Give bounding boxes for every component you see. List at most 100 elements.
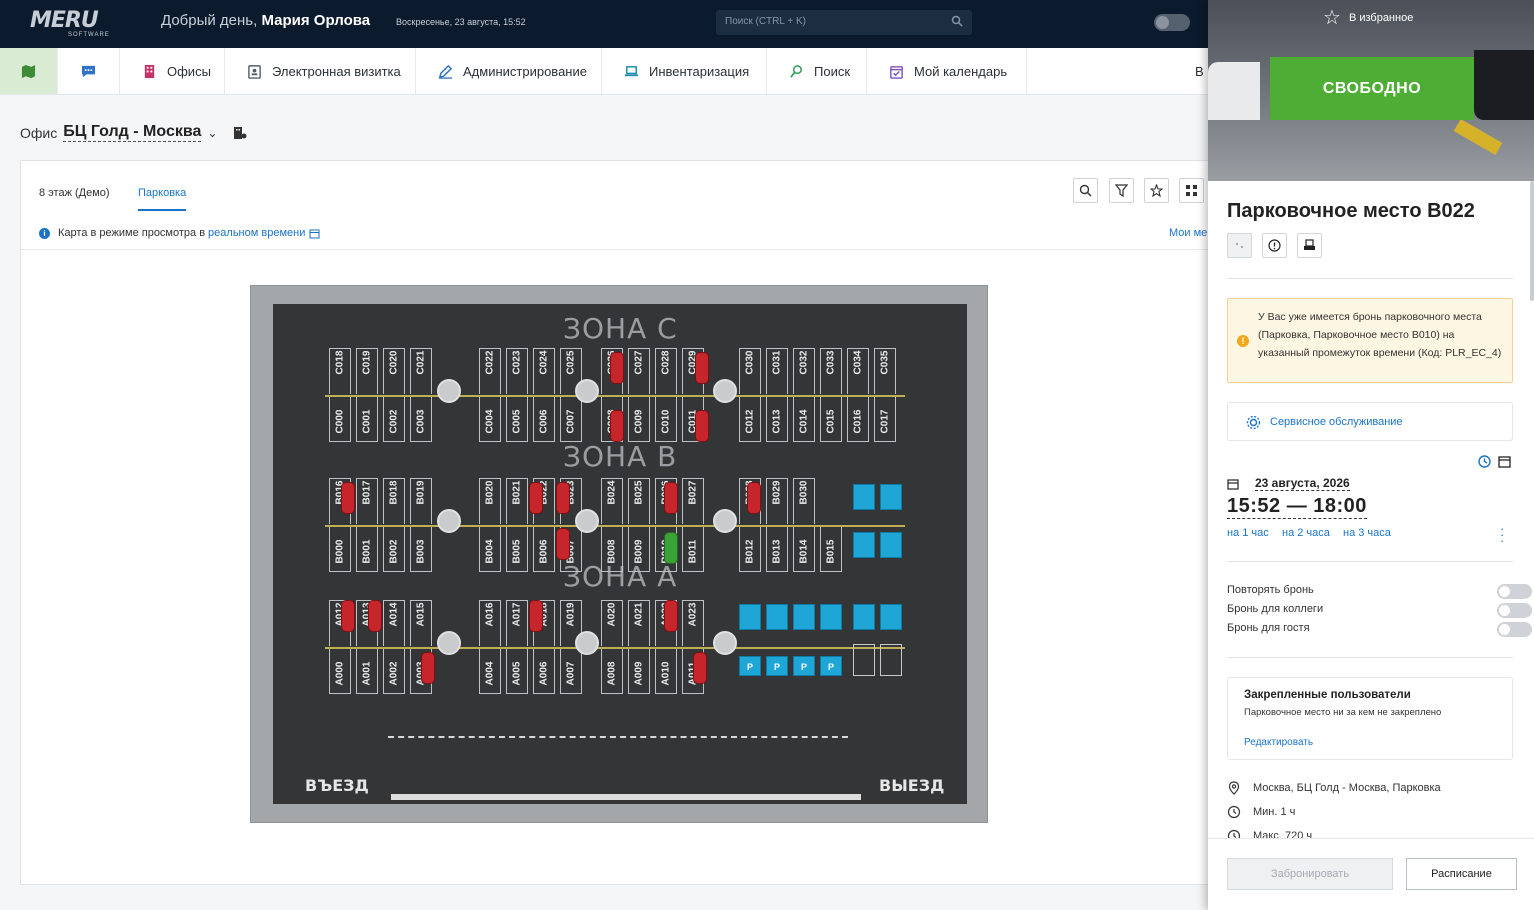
parking-spot[interactable]: C027 [628, 348, 650, 394]
parking-spot[interactable]: B030 [793, 478, 815, 524]
nav-offices[interactable]: Офисы [120, 48, 225, 94]
parking-spot[interactable]: C031 [766, 348, 788, 394]
parking-spot[interactable]: C006 [533, 396, 555, 442]
nav-calendar[interactable]: Мой календарь [867, 48, 1027, 94]
history-icon[interactable] [1477, 454, 1492, 469]
parking-spot[interactable]: B018 [383, 478, 405, 524]
parking-spot[interactable]: C012 [739, 396, 761, 442]
nav-search[interactable]: Поиск [767, 48, 867, 94]
map-fit-button[interactable] [1179, 178, 1204, 203]
parking-spot[interactable]: B020 [479, 478, 501, 524]
spot-parking-type-button[interactable] [1227, 233, 1252, 258]
parking-spot[interactable]: B012 [739, 526, 761, 572]
report-issue-button[interactable] [1262, 233, 1287, 258]
parking-spot[interactable]: C000 [329, 396, 351, 442]
spot-equipment-button[interactable] [1297, 233, 1322, 258]
nav-messages-button[interactable] [58, 48, 120, 94]
more-options-icon[interactable]: · · · [1500, 522, 1506, 547]
parking-spot[interactable]: B004 [479, 526, 501, 572]
calendar-icon[interactable] [309, 228, 320, 239]
search-input[interactable]: Поиск (CTRL + K) [716, 10, 972, 35]
parking-spot[interactable]: C024 [533, 348, 555, 394]
quick-1-hour[interactable]: на 1 час [1227, 527, 1269, 539]
quick-2-hours[interactable]: на 2 часа [1282, 527, 1330, 539]
parking-spot[interactable]: B014 [793, 526, 815, 572]
parking-spot[interactable]: C019 [356, 348, 378, 394]
calendar-icon[interactable] [1497, 454, 1512, 469]
map-search-button[interactable] [1073, 178, 1098, 203]
parking-spot[interactable]: B003 [410, 526, 432, 572]
parking-map[interactable]: ЗОНА C ЗОНА B ЗОНА A ВЪЕЗД ВЫЕЗД C018 C01… [250, 285, 988, 823]
parking-spot[interactable]: B008 [601, 526, 623, 572]
tab-parking[interactable]: Парковка [138, 187, 187, 211]
colleague-booking-toggle[interactable] [1497, 603, 1532, 618]
parking-spot[interactable]: A021 [628, 600, 650, 646]
parking-spot[interactable]: C028 [655, 348, 677, 394]
building-settings-icon[interactable] [233, 126, 247, 140]
parking-spot[interactable]: C013 [766, 396, 788, 442]
parking-spot[interactable]: C014 [793, 396, 815, 442]
parking-spot[interactable]: A002 [383, 648, 405, 694]
chevron-down-icon[interactable]: ⌄ [207, 126, 217, 140]
nav-administration[interactable]: Администрирование [416, 48, 602, 94]
parking-spot[interactable]: C007 [560, 396, 582, 442]
pinned-users-edit-link[interactable]: Редактировать [1244, 737, 1313, 748]
service-button[interactable]: Сервисное обслуживание [1227, 402, 1513, 441]
parking-spot[interactable]: C009 [628, 396, 650, 442]
parking-spot[interactable]: C015 [820, 396, 842, 442]
parking-spot[interactable]: B009 [628, 526, 650, 572]
quick-3-hours[interactable]: на 3 часа [1343, 527, 1391, 539]
parking-spot[interactable]: C001 [356, 396, 378, 442]
parking-spot[interactable]: A010 [655, 648, 677, 694]
parking-spot[interactable]: C021 [410, 348, 432, 394]
parking-spot[interactable]: B015 [820, 526, 842, 572]
parking-spot[interactable]: C003 [410, 396, 432, 442]
parking-spot[interactable]: C035 [874, 348, 896, 394]
favorite-button[interactable]: ☆ В избранное [1323, 5, 1413, 30]
parking-spot[interactable]: C017 [874, 396, 896, 442]
parking-spot[interactable]: C004 [479, 396, 501, 442]
parking-spot[interactable]: A007 [560, 648, 582, 694]
parking-spot[interactable]: A005 [506, 648, 528, 694]
parking-spot[interactable]: C002 [383, 396, 405, 442]
parking-spot[interactable]: A017 [506, 600, 528, 646]
tab-floor-8[interactable]: 8 этаж (Демо) [39, 187, 110, 199]
parking-spot[interactable]: C005 [506, 396, 528, 442]
parking-spot[interactable]: A014 [383, 600, 405, 646]
parking-spot[interactable]: C032 [793, 348, 815, 394]
parking-spot[interactable]: B001 [356, 526, 378, 572]
logo[interactable]: MERU SOFTWARE [30, 6, 114, 42]
booking-date[interactable]: 23 августа, 2026 [1227, 476, 1350, 491]
parking-spot[interactable]: A006 [533, 648, 555, 694]
nav-business-card[interactable]: Электронная визитка [225, 48, 416, 94]
map-filter-button[interactable] [1109, 178, 1134, 203]
parking-spot[interactable]: A008 [601, 648, 623, 694]
realtime-link[interactable]: реальном времени [208, 227, 305, 239]
parking-spot[interactable]: B002 [383, 526, 405, 572]
parking-spot[interactable]: A001 [356, 648, 378, 694]
parking-spot[interactable]: A000 [329, 648, 351, 694]
parking-spot[interactable]: A016 [479, 600, 501, 646]
parking-spot[interactable]: C034 [847, 348, 869, 394]
parking-spot[interactable]: B006 [533, 526, 555, 572]
parking-spot[interactable]: C023 [506, 348, 528, 394]
office-name-dropdown[interactable]: БЦ Голд - Москва [63, 123, 202, 142]
drawer-scrollbar[interactable] [1530, 181, 1534, 301]
parking-spot[interactable]: B013 [766, 526, 788, 572]
parking-spot[interactable]: B025 [628, 478, 650, 524]
parking-spot[interactable]: B021 [506, 478, 528, 524]
theme-toggle[interactable] [1154, 14, 1190, 31]
parking-spot[interactable]: A020 [601, 600, 623, 646]
parking-spot[interactable]: C016 [847, 396, 869, 442]
parking-spot[interactable]: C022 [479, 348, 501, 394]
parking-spot[interactable]: A023 [682, 600, 704, 646]
parking-spot[interactable]: B024 [601, 478, 623, 524]
parking-spot[interactable]: A009 [628, 648, 650, 694]
parking-spot[interactable]: B027 [682, 478, 704, 524]
guest-booking-toggle[interactable] [1497, 622, 1532, 637]
parking-spot[interactable]: A004 [479, 648, 501, 694]
parking-spot[interactable]: C010 [655, 396, 677, 442]
parking-spot[interactable]: B000 [329, 526, 351, 572]
book-button[interactable]: Забронировать [1227, 858, 1393, 890]
nav-inventory[interactable]: Инвентаризация [602, 48, 767, 94]
